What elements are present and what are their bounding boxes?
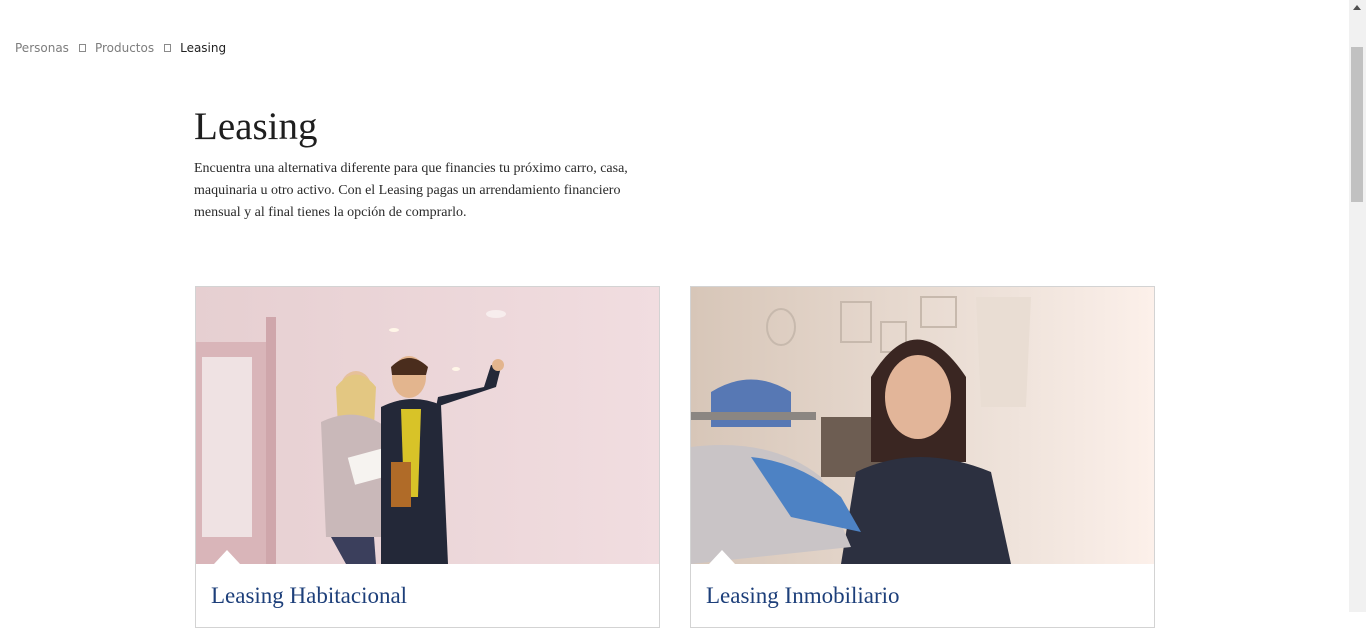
scrollbar-thumb[interactable]	[1351, 47, 1363, 202]
vertical-scrollbar[interactable]	[1349, 0, 1366, 612]
breadcrumb: Personas Productos Leasing	[15, 39, 226, 57]
card-leasing-inmobiliario[interactable]: Leasing Inmobiliario	[690, 286, 1155, 628]
scroll-up-arrow-icon[interactable]	[1353, 5, 1361, 10]
couple-viewing-house-image[interactable]	[196, 287, 659, 564]
page-description: Encuentra una alternativa diferente para…	[194, 161, 628, 220]
breadcrumb-personas[interactable]: Personas	[15, 41, 69, 55]
card-notch	[709, 550, 735, 564]
breadcrumb-productos[interactable]: Productos	[95, 41, 154, 55]
page-title: Leasing	[194, 105, 318, 148]
card-leasing-habitacional[interactable]: Leasing Habitacional	[195, 286, 660, 628]
card-notch	[214, 550, 240, 564]
breadcrumb-current: Leasing	[180, 41, 227, 55]
breadcrumb-separator-icon	[164, 44, 172, 52]
breadcrumb-separator-icon	[78, 44, 86, 52]
woman-in-shop-image[interactable]	[691, 287, 1154, 564]
card-title[interactable]: Leasing Habitacional	[211, 583, 407, 609]
card-title[interactable]: Leasing Inmobiliario	[706, 583, 900, 609]
